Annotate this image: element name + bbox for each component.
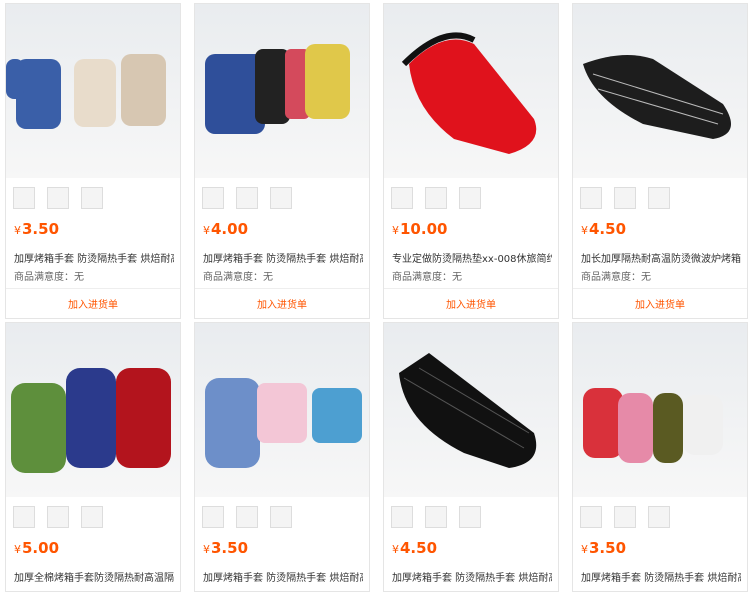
- product-title[interactable]: 加厚烤箱手套 防烫隔热手套 烘焙耐高...: [392, 569, 552, 584]
- price: ¥4.00: [203, 220, 249, 238]
- product-title[interactable]: 加厚烤箱手套 防烫隔热手套 烘焙耐高...: [203, 250, 363, 265]
- thumbnail[interactable]: [47, 187, 70, 209]
- thumbnail[interactable]: [425, 187, 448, 209]
- thumbnail[interactable]: [648, 187, 671, 209]
- thumbnail[interactable]: [13, 506, 35, 528]
- product-card[interactable]: ¥5.00 加厚全棉烤箱手套防烫隔热耐高温隔...: [5, 322, 181, 592]
- product-title[interactable]: 加厚全棉烤箱手套防烫隔热耐高温隔...: [14, 569, 174, 584]
- product-card[interactable]: ¥3.50 加厚烤箱手套 防烫隔热手套 烘焙耐高...: [194, 322, 370, 592]
- color-thumbnails: [580, 506, 677, 530]
- thumbnail[interactable]: [614, 187, 637, 209]
- thumbnail[interactable]: [648, 506, 671, 528]
- thumbnail[interactable]: [236, 187, 259, 209]
- add-to-cart-button[interactable]: 加入进货单: [6, 296, 180, 311]
- color-thumbnails: [202, 506, 299, 530]
- thumbnail[interactable]: [81, 506, 104, 528]
- product-image[interactable]: [573, 4, 747, 178]
- price: ¥4.50: [392, 539, 438, 557]
- thumbnail[interactable]: [270, 187, 293, 209]
- product-card[interactable]: ¥3.50 加厚烤箱手套 防烫隔热手套 烘焙耐高... 商品满意度：无 加入进货…: [5, 3, 181, 319]
- thumbnail[interactable]: [202, 187, 224, 209]
- color-thumbnails: [13, 506, 110, 530]
- product-card[interactable]: ¥3.50 加厚烤箱手套 防烫隔热手套 烘焙耐高...: [572, 322, 748, 592]
- satisfaction: 商品满意度：无: [581, 272, 651, 283]
- product-image[interactable]: [573, 323, 747, 497]
- product-title[interactable]: 加长加厚隔热耐高温防烫微波炉烤箱...: [581, 250, 741, 265]
- divider: [573, 288, 747, 289]
- color-thumbnails: [391, 506, 488, 530]
- product-card[interactable]: ¥4.00 加厚烤箱手套 防烫隔热手套 烘焙耐高... 商品满意度：无 加入进货…: [194, 3, 370, 319]
- thumbnail[interactable]: [236, 506, 259, 528]
- thumbnail[interactable]: [47, 506, 70, 528]
- divider: [384, 288, 558, 289]
- price: ¥3.50: [203, 539, 249, 557]
- thumbnail[interactable]: [270, 506, 293, 528]
- add-to-cart-button[interactable]: 加入进货单: [195, 296, 369, 311]
- thumbnail[interactable]: [459, 506, 482, 528]
- price: ¥5.00: [14, 539, 60, 557]
- thumbnail[interactable]: [81, 187, 104, 209]
- thumbnail[interactable]: [580, 187, 602, 209]
- price: ¥10.00: [392, 220, 448, 238]
- thumbnail[interactable]: [614, 506, 637, 528]
- product-title[interactable]: 加厚烤箱手套 防烫隔热手套 烘焙耐高...: [203, 569, 363, 584]
- price: ¥3.50: [581, 539, 627, 557]
- product-image[interactable]: [6, 4, 180, 178]
- thumbnail[interactable]: [580, 506, 602, 528]
- add-to-cart-button[interactable]: 加入进货单: [573, 296, 747, 311]
- product-image[interactable]: [195, 4, 369, 178]
- satisfaction: 商品满意度：无: [203, 272, 273, 283]
- color-thumbnails: [13, 187, 110, 211]
- add-to-cart-button[interactable]: 加入进货单: [384, 296, 558, 311]
- price: ¥4.50: [581, 220, 627, 238]
- product-image[interactable]: [6, 323, 180, 497]
- color-thumbnails: [580, 187, 677, 211]
- thumbnail[interactable]: [13, 187, 35, 209]
- product-image[interactable]: [195, 323, 369, 497]
- divider: [6, 288, 180, 289]
- product-title[interactable]: 加厚烤箱手套 防烫隔热手套 烘焙耐高...: [14, 250, 174, 265]
- satisfaction: 商品满意度：无: [392, 272, 462, 283]
- product-title[interactable]: 专业定做防烫隔热垫xx-008休旅简约...: [392, 250, 552, 265]
- thumbnail[interactable]: [391, 187, 413, 209]
- color-thumbnails: [202, 187, 299, 211]
- product-card[interactable]: ¥4.50 加长加厚隔热耐高温防烫微波炉烤箱... 商品满意度：无 加入进货单: [572, 3, 748, 319]
- thumbnail[interactable]: [391, 506, 413, 528]
- thumbnail[interactable]: [425, 506, 448, 528]
- price: ¥3.50: [14, 220, 60, 238]
- color-thumbnails: [391, 187, 488, 211]
- satisfaction: 商品满意度：无: [14, 272, 84, 283]
- product-image[interactable]: [384, 323, 558, 497]
- product-title[interactable]: 加厚烤箱手套 防烫隔热手套 烘焙耐高...: [581, 569, 741, 584]
- thumbnail[interactable]: [202, 506, 224, 528]
- thumbnail[interactable]: [459, 187, 482, 209]
- divider: [195, 288, 369, 289]
- product-card[interactable]: ¥4.50 加厚烤箱手套 防烫隔热手套 烘焙耐高...: [383, 322, 559, 592]
- product-card[interactable]: ¥10.00 专业定做防烫隔热垫xx-008休旅简约... 商品满意度：无 加入…: [383, 3, 559, 319]
- product-image[interactable]: [384, 4, 558, 178]
